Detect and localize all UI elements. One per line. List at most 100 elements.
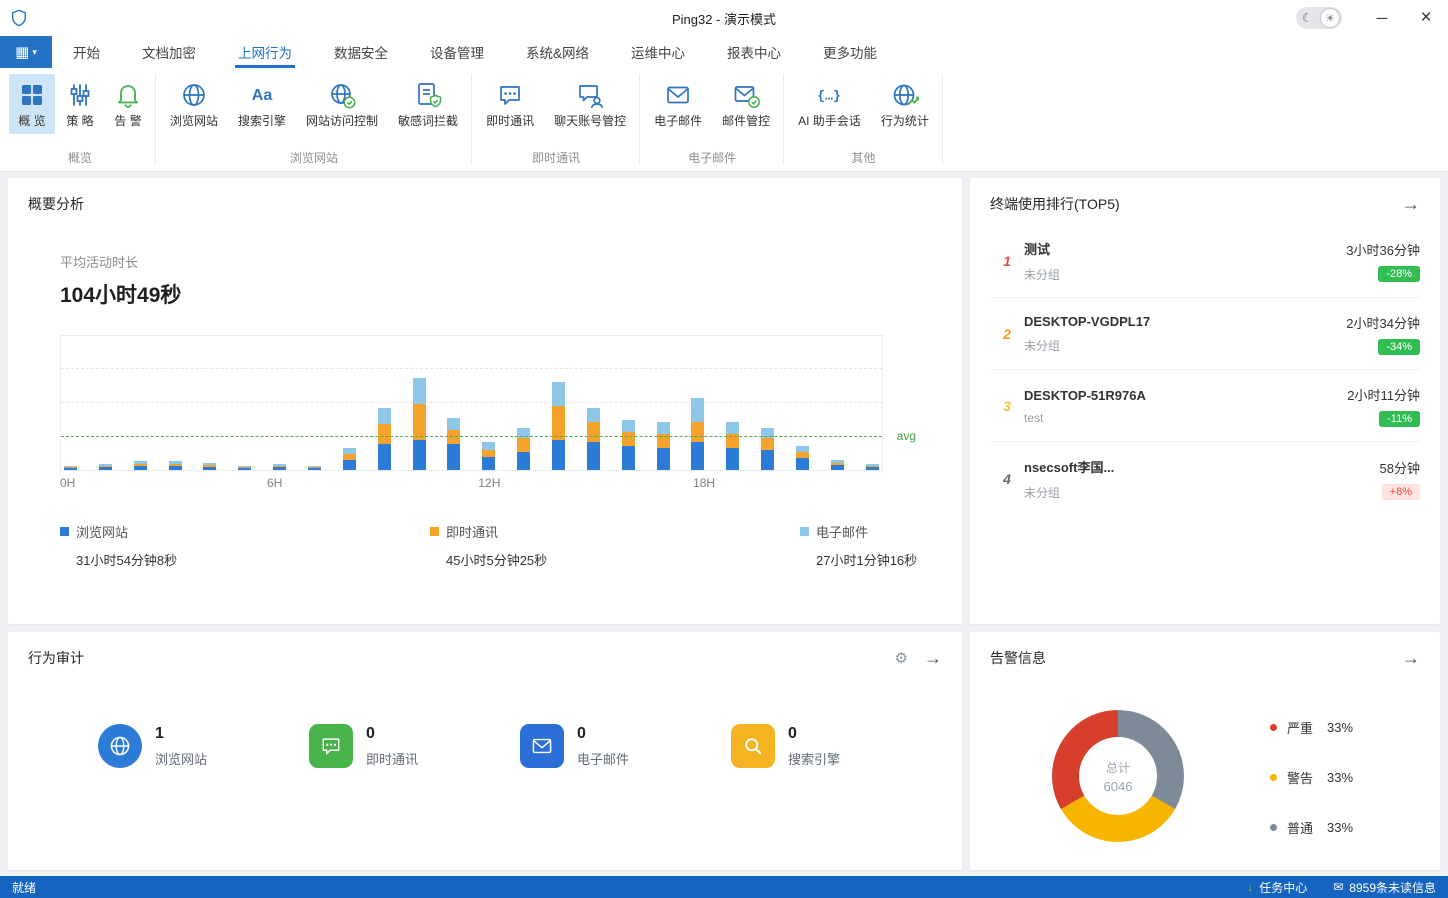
task-center-button[interactable]: ↓ 任务中心 (1247, 879, 1307, 896)
alerts-title: 告警信息 (990, 648, 1046, 668)
change-badge: -11% (1379, 411, 1420, 427)
legend-color-dot (1270, 824, 1277, 831)
ribbon-item[interactable]: 告 警 (105, 74, 151, 134)
mail-check-icon (732, 81, 760, 109)
ribbon-item[interactable]: 概 览 (9, 74, 55, 134)
ribbon-group-name: 其他 (788, 147, 939, 171)
gridline (61, 402, 882, 403)
ribbon-group: 电子邮件邮件管控电子邮件 (640, 68, 784, 171)
legend-label: 电子邮件 (816, 522, 868, 541)
grid-icon: ▦ (15, 45, 29, 60)
audit-label: 电子邮件 (577, 749, 629, 768)
summary-title: 概要分析 (28, 194, 942, 214)
alert-legend-row: 警告 33% (1270, 768, 1353, 787)
terminal-name: DESKTOP-VGDPL17 (1024, 314, 1346, 329)
ribbon-item[interactable]: 电子邮件 (645, 74, 711, 134)
terminal-group: test (1024, 411, 1347, 425)
summary-legend: 浏览网站31小时54分钟8秒即时通讯45小时5分钟25秒电子邮件27小时1分钟1… (60, 522, 920, 574)
tab-2[interactable]: 文档加密 (121, 36, 217, 68)
legend-item: 电子邮件27小时1分钟16秒 (800, 522, 917, 569)
tab-6[interactable]: 系统&网络 (505, 36, 610, 68)
tab-5[interactable]: 设备管理 (409, 36, 505, 68)
chart-tick: 18H (693, 476, 715, 490)
alert-level-label: 警告 (1287, 768, 1313, 787)
ribbon-item[interactable]: 聊天账号管控 (545, 74, 635, 134)
audit-item[interactable]: 0电子邮件 (520, 724, 731, 768)
ranking-row[interactable]: 3DESKTOP-51R976Atest2小时11分钟-11% (990, 370, 1420, 442)
theme-toggle[interactable]: ☾ ☀ (1296, 7, 1342, 29)
gear-icon[interactable]: ⚙ (895, 649, 908, 667)
audit-item[interactable]: 1浏览网站 (98, 724, 309, 768)
chart-bar (447, 418, 460, 470)
ribbon: 概 览策 略告 警概览浏览网站Aa搜索引擎网站访问控制敏感词拦截浏览网站即时通讯… (0, 68, 1448, 172)
terminal-group: 未分组 (1024, 337, 1346, 354)
ribbon-item[interactable]: 行为统计 (872, 74, 938, 134)
tab-7[interactable]: 运维中心 (610, 36, 706, 68)
unread-messages-button[interactable]: ✉ 8959条未读信息 (1333, 879, 1436, 896)
audit-item[interactable]: 0即时通讯 (309, 724, 520, 768)
alert-level-percent: 33% (1327, 770, 1353, 785)
metric-label: 平均活动时长 (60, 252, 942, 271)
minimize-button[interactable]: ─ (1360, 0, 1404, 36)
ribbon-item[interactable]: 网站访问控制 (297, 74, 387, 134)
ribbon-group-name: 电子邮件 (644, 147, 780, 171)
tab-3[interactable]: 上网行为 (217, 36, 313, 68)
sliders-icon (66, 81, 94, 109)
chart-bar (726, 422, 739, 470)
ranking-rows: 1测试未分组3小时36分钟-28%2DESKTOP-VGDPL17未分组2小时3… (990, 224, 1420, 515)
tab-1[interactable]: 开始 (52, 36, 121, 68)
arrow-right-icon[interactable]: → (1402, 195, 1420, 213)
chart-bar (99, 464, 112, 470)
ranking-row[interactable]: 2DESKTOP-VGDPL17未分组2小时34分钟-34% (990, 298, 1420, 370)
audit-label: 即时通讯 (366, 749, 418, 768)
ribbon-item-label: 搜索引擎 (238, 112, 286, 129)
app-menu-button[interactable]: ▦ ▾ (0, 36, 52, 68)
arrow-right-icon[interactable]: → (1402, 649, 1420, 667)
terminal-group: 未分组 (1024, 484, 1380, 501)
aa-icon: Aa (248, 81, 276, 109)
donut-total-value: 6046 (1104, 779, 1133, 794)
donut-center: 总计 6046 (1079, 737, 1157, 815)
legend-value: 31小时54分钟8秒 (76, 550, 177, 569)
avg-activity-metric: 平均活动时长 104小时49秒 (60, 252, 942, 309)
ribbon-group-name: 即时通讯 (476, 147, 636, 171)
titlebar: Ping32 - 演示模式 ☾ ☀ ─ × (0, 0, 1448, 36)
ranking-row[interactable]: 4nsecsoft李国...未分组58分钟+8% (990, 442, 1420, 515)
ribbon-group-name: 概览 (8, 147, 152, 171)
arrow-right-icon[interactable]: → (924, 649, 942, 667)
svg-text:Aa: Aa (252, 87, 273, 104)
tab-9[interactable]: 更多功能 (802, 36, 898, 68)
tab-4[interactable]: 数据安全 (313, 36, 409, 68)
ribbon-group: 浏览网站Aa搜索引擎网站访问控制敏感词拦截浏览网站 (156, 68, 472, 171)
ribbon-group: {…}AI 助手会话行为统计其他 (784, 68, 943, 171)
audit-items: 1浏览网站0即时通讯0电子邮件0搜索引擎 (28, 724, 942, 768)
ranking-panel: 终端使用排行(TOP5) → 1测试未分组3小时36分钟-28%2DESKTOP… (970, 178, 1440, 624)
ribbon-item[interactable]: Aa 搜索引擎 (229, 74, 295, 134)
chart-bar (343, 448, 356, 470)
task-center-label: 任务中心 (1259, 879, 1307, 896)
ranking-row[interactable]: 1测试未分组3小时36分钟-28% (990, 224, 1420, 298)
chart-bar (831, 460, 844, 470)
ribbon-item[interactable]: 浏览网站 (161, 74, 227, 134)
ribbon-group: 即时通讯聊天账号管控即时通讯 (472, 68, 640, 171)
close-button[interactable]: × (1404, 0, 1448, 36)
chart-bar (796, 446, 809, 470)
chart-bar (482, 442, 495, 470)
legend-label: 即时通讯 (446, 522, 498, 541)
app-window: { "titlebar": { "title": "Ping32 - 演示模式"… (0, 0, 1448, 898)
ribbon-item[interactable]: 邮件管控 (713, 74, 779, 134)
mail-icon (520, 724, 564, 768)
status-ready: 就绪 (12, 879, 36, 896)
legend-color-dot (1270, 724, 1277, 731)
rank-number: 3 (990, 398, 1024, 414)
usage-duration: 2小时11分钟 (1347, 385, 1420, 404)
tab-8[interactable]: 报表中心 (706, 36, 802, 68)
change-badge: -28% (1378, 266, 1420, 282)
ribbon-item[interactable]: {…}AI 助手会话 (789, 74, 870, 134)
ribbon-item[interactable]: 即时通讯 (477, 74, 543, 134)
ribbon-item[interactable]: 策 略 (57, 74, 103, 134)
chart-bar (552, 382, 565, 470)
unread-label: 8959条未读信息 (1349, 879, 1436, 896)
ribbon-item[interactable]: 敏感词拦截 (389, 74, 467, 134)
audit-item[interactable]: 0搜索引擎 (731, 724, 942, 768)
